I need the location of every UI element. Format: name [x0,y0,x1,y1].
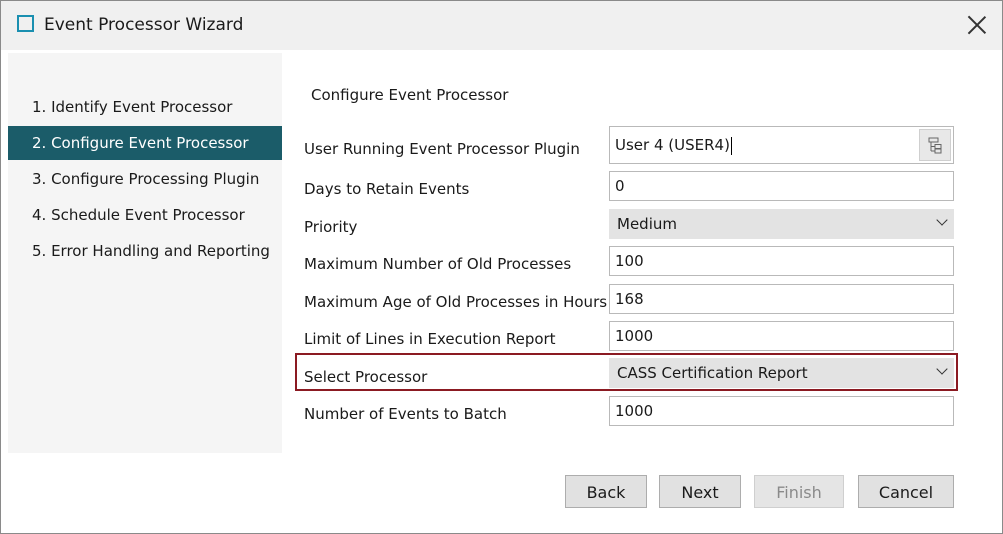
user-picker-button[interactable] [919,129,951,161]
step-identify[interactable]: 1. Identify Event Processor [8,90,282,124]
batch-input[interactable]: 1000 [609,396,954,426]
batch-label: Number of Events to Batch [304,405,507,423]
cancel-button[interactable]: Cancel [858,475,954,508]
priority-select[interactable]: Medium [609,209,954,239]
max-old-label: Maximum Number of Old Processes [304,255,572,273]
select-processor-value: CASS Certification Report [617,364,808,382]
tree-icon [928,137,942,154]
chevron-down-icon [938,369,946,377]
finish-button[interactable]: Finish [754,475,844,508]
text-cursor [730,136,732,155]
priority-value: Medium [617,215,677,233]
close-icon[interactable] [966,14,988,36]
limit-input[interactable]: 1000 [609,321,954,351]
user-value: User 4 (USER4) [615,136,730,154]
max-age-input[interactable]: 168 [609,284,954,314]
user-label: User Running Event Processor Plugin [304,140,580,158]
back-button[interactable]: Back [565,475,647,508]
step-configure[interactable]: 2. Configure Event Processor [8,126,282,160]
wizard-window: Event Processor Wizard 1. Identify Event… [0,0,1003,534]
max-age-label: Maximum Age of Old Processes in Hours [304,293,608,311]
next-button[interactable]: Next [659,475,741,508]
step-error-handling[interactable]: 5. Error Handling and Reporting [8,234,282,268]
user-field[interactable]: User 4 (USER4) [609,126,954,164]
select-processor-dropdown[interactable]: CASS Certification Report [609,358,954,388]
max-old-input[interactable]: 100 [609,246,954,276]
title-bar: Event Processor Wizard [1,1,1002,50]
days-input[interactable]: 0 [609,171,954,201]
days-label: Days to Retain Events [304,180,470,198]
section-title: Configure Event Processor [311,86,509,104]
step-processing-plugin[interactable]: 3. Configure Processing Plugin [8,162,282,196]
window-title: Event Processor Wizard [44,15,244,35]
select-processor-label: Select Processor [304,368,428,386]
step-schedule[interactable]: 4. Schedule Event Processor [8,198,282,232]
chevron-down-icon [938,220,946,228]
app-icon [17,15,34,32]
wizard-steps: 1. Identify Event Processor 2. Configure… [8,53,282,453]
limit-label: Limit of Lines in Execution Report [304,330,556,348]
priority-label: Priority [304,218,358,236]
